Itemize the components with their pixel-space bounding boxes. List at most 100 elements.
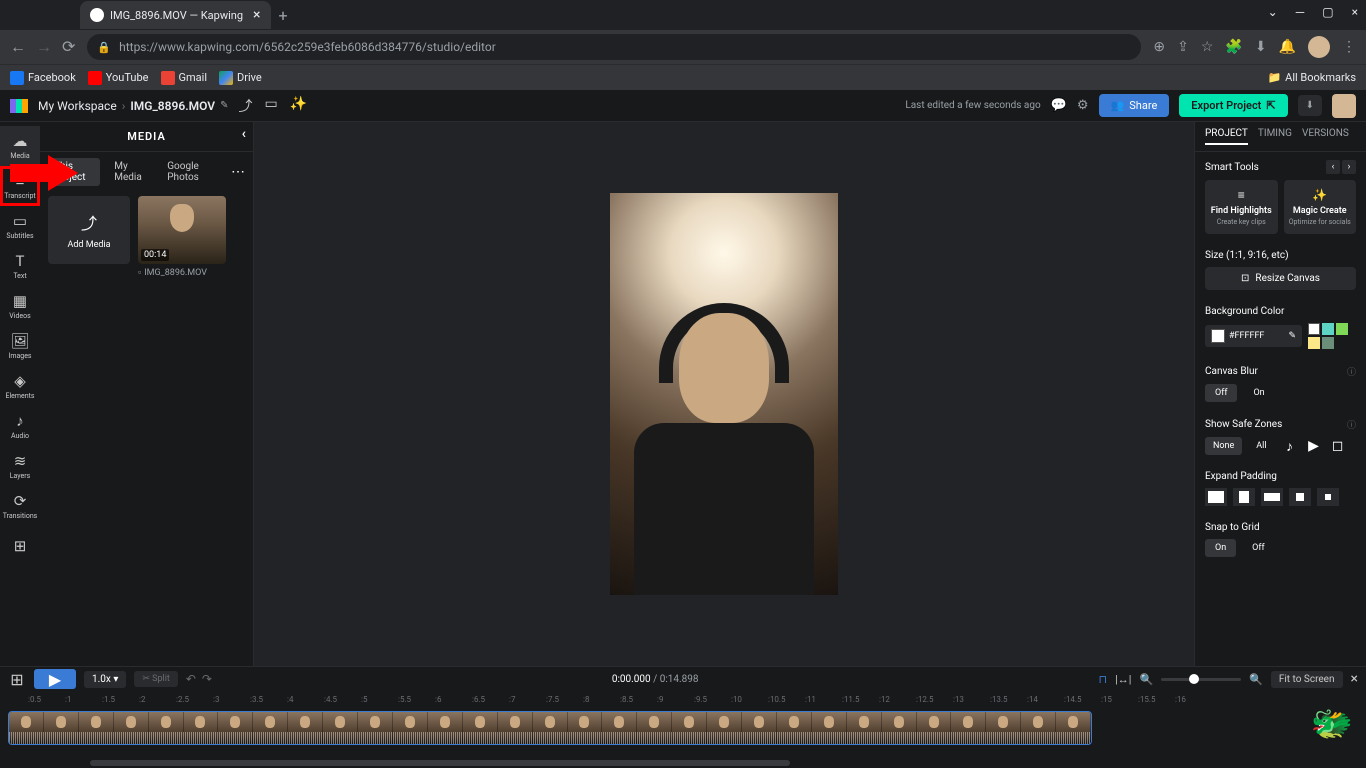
present-icon[interactable]: ▭ [264, 96, 277, 116]
canvas-area[interactable] [254, 122, 1194, 666]
grid-view-icon[interactable]: ⊞ [8, 670, 26, 688]
notifications-icon[interactable]: 🔔 [1279, 39, 1296, 55]
tool-layers[interactable]: ≋Layers [0, 446, 40, 486]
tool-audio[interactable]: ♪Audio [0, 406, 40, 446]
zoom-slider[interactable] [1161, 678, 1241, 681]
collapse-panel-icon[interactable]: ‹ [242, 126, 247, 142]
timeline-ruler[interactable]: :0.5:1:1.5:2:2.5:3:3.5:4:4.5:5:5.5:6:6.5… [0, 691, 1366, 707]
tab-project[interactable]: PROJECT [1205, 128, 1248, 145]
info-icon[interactable]: ⓘ [1347, 418, 1356, 431]
menu-icon[interactable]: ⋮ [1342, 39, 1356, 55]
bookmark-gmail[interactable]: Gmail [161, 71, 207, 85]
palette-green[interactable] [1336, 323, 1348, 335]
bookmark-drive[interactable]: Drive [219, 71, 262, 85]
padding-opt-3[interactable] [1261, 488, 1283, 506]
magic-create-card[interactable]: ✨ Magic Create Optimize for socials [1284, 180, 1357, 234]
lightbulb-icon[interactable]: ✨ [290, 96, 307, 116]
close-timeline-icon[interactable]: × [1351, 671, 1358, 687]
chevron-down-icon[interactable]: ⌄ [1268, 5, 1278, 19]
settings-gear-icon[interactable]: ⚙ [1077, 98, 1089, 113]
tool-videos[interactable]: ▦Videos [0, 286, 40, 326]
youtube-sz-icon[interactable]: ▶ [1305, 437, 1323, 455]
split-button[interactable]: ✂ Split [134, 671, 178, 687]
zoom-out-icon[interactable]: 🔍 [1139, 673, 1153, 686]
kapwing-logo[interactable] [10, 99, 28, 113]
reload-icon[interactable]: ⟳ [62, 37, 75, 57]
export-project-button[interactable]: Export Project⇱ [1179, 94, 1287, 117]
video-preview[interactable] [610, 193, 838, 595]
snap-on-button[interactable]: On [1205, 539, 1236, 557]
tool-transitions[interactable]: ⟳Transitions [0, 486, 40, 526]
profile-avatar[interactable] [1308, 36, 1330, 58]
all-bookmarks-button[interactable]: 📁All Bookmarks [1267, 71, 1356, 84]
maximize-icon[interactable]: ▢ [1322, 5, 1333, 19]
magnet-icon[interactable]: ⊓ [1098, 673, 1107, 686]
tiktok-icon[interactable]: ♪ [1281, 437, 1299, 455]
add-media-button[interactable]: ⤴ Add Media [48, 196, 130, 264]
padding-opt-5[interactable] [1317, 488, 1339, 506]
undo-icon[interactable]: ↶ [186, 672, 196, 686]
user-avatar[interactable] [1332, 94, 1356, 118]
share-url-icon[interactable]: ⇪ [1177, 39, 1189, 55]
minimize-icon[interactable]: ─ [1296, 5, 1305, 19]
edit-pencil-icon[interactable]: ✎ [220, 100, 228, 111]
install-icon[interactable]: ⊕ [1153, 39, 1165, 55]
new-tab-button[interactable]: + [279, 6, 288, 25]
hex-input[interactable]: #FFFFFF ✎ [1205, 325, 1302, 347]
upload-share-icon[interactable]: ⤴ [238, 96, 252, 116]
share-button[interactable]: 👥Share [1099, 94, 1170, 117]
find-highlights-card[interactable]: ≡ Find Highlights Create key clips [1205, 180, 1278, 234]
snap-boundaries-icon[interactable]: |↔| [1115, 673, 1131, 686]
play-button[interactable]: ▶ [34, 669, 76, 689]
download-button[interactable]: ⬇ [1298, 95, 1322, 116]
zoom-in-icon[interactable]: 🔍 [1249, 673, 1263, 686]
forward-icon[interactable]: → [36, 37, 52, 57]
tab-my-media[interactable]: My Media [108, 158, 153, 186]
file-name[interactable]: IMG_8896.MOV [130, 99, 215, 113]
speed-dropdown[interactable]: 1.0x ▾ [84, 671, 126, 688]
workspace-link[interactable]: My Workspace [38, 99, 117, 113]
resize-canvas-button[interactable]: ⊡Resize Canvas [1205, 267, 1356, 290]
tool-more[interactable]: ⊞ [0, 526, 40, 566]
tab-versions[interactable]: VERSIONS [1302, 128, 1349, 145]
horizontal-scrollbar[interactable] [90, 760, 790, 766]
media-clip[interactable]: 00:14 ▫IMG_8896.MOV [138, 196, 226, 278]
safezone-none[interactable]: None [1205, 437, 1242, 455]
palette-teal[interactable] [1322, 323, 1334, 335]
snap-off-button[interactable]: Off [1242, 539, 1274, 557]
palette-sage[interactable] [1322, 337, 1334, 349]
downloads-icon[interactable]: ⬇ [1255, 39, 1267, 55]
palette-white[interactable] [1308, 323, 1320, 335]
close-window-icon[interactable]: × [1352, 5, 1358, 19]
redo-icon[interactable]: ↷ [202, 672, 212, 686]
instagram-icon[interactable]: ◻ [1329, 437, 1347, 455]
tool-subtitles[interactable]: ▭Subtitles [0, 206, 40, 246]
safezone-all[interactable]: All [1248, 437, 1274, 455]
extensions-icon[interactable]: 🧩 [1225, 39, 1242, 55]
blur-off-button[interactable]: Off [1205, 384, 1237, 402]
padding-opt-4[interactable] [1289, 488, 1311, 506]
comments-icon[interactable]: 💬 [1051, 98, 1067, 113]
palette-yellow[interactable] [1308, 337, 1320, 349]
info-icon[interactable]: ⓘ [1347, 365, 1356, 378]
tool-text[interactable]: TText [0, 246, 40, 286]
tool-elements[interactable]: ◈Elements [0, 366, 40, 406]
tab-google-photos[interactable]: Google Photos [161, 158, 223, 186]
bookmark-facebook[interactable]: Facebook [10, 71, 76, 85]
blur-on-button[interactable]: On [1243, 384, 1274, 402]
timeline-track[interactable] [8, 711, 1092, 745]
bookmark-youtube[interactable]: YouTube [88, 71, 149, 85]
bookmark-star-icon[interactable]: ☆ [1201, 39, 1214, 55]
padding-opt-1[interactable] [1205, 488, 1227, 506]
tool-images[interactable]: 🖼Images [0, 326, 40, 366]
fit-to-screen-button[interactable]: Fit to Screen [1271, 671, 1343, 688]
padding-opt-2[interactable] [1233, 488, 1255, 506]
close-tab-icon[interactable]: × [253, 7, 260, 23]
next-tool-icon[interactable]: › [1342, 160, 1356, 174]
back-icon[interactable]: ← [10, 37, 26, 57]
browser-tab[interactable]: IMG_8896.MOV — Kapwing × [80, 1, 271, 29]
tab-timing[interactable]: TIMING [1258, 128, 1292, 145]
prev-tool-icon[interactable]: ‹ [1326, 160, 1340, 174]
eyedropper-icon[interactable]: ✎ [1288, 331, 1296, 341]
url-input[interactable]: 🔒 https://www.kapwing.com/6562c259e3feb6… [87, 34, 1141, 60]
